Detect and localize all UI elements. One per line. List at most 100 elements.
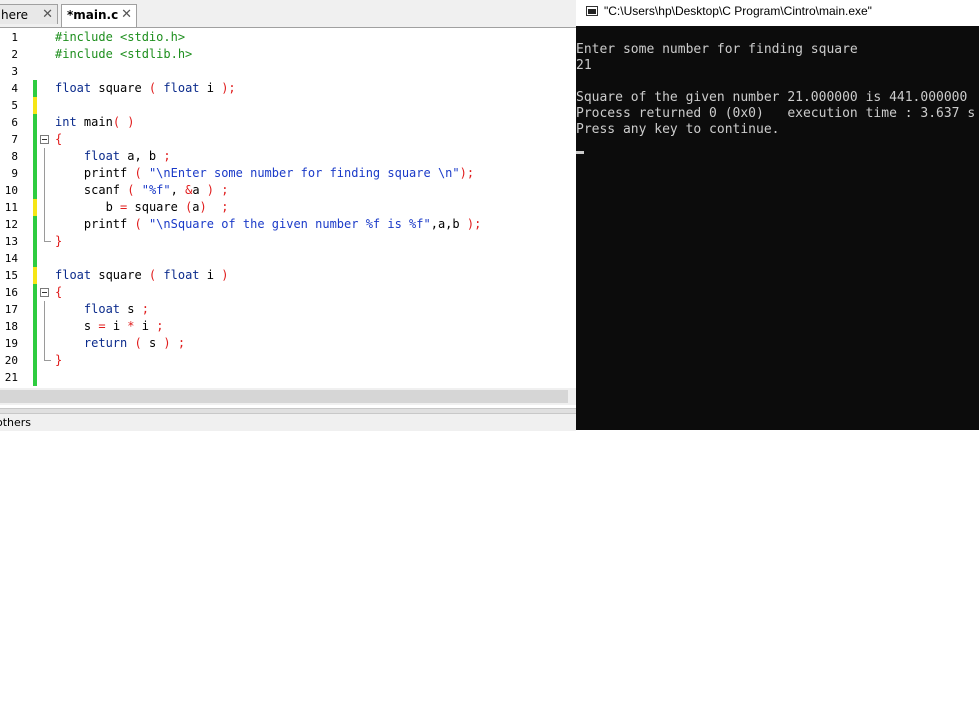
code-line[interactable]: 11 b = square (a) ; [0, 199, 570, 216]
code-text-area[interactable]: 1 #include <stdio.h> 2 #include <stdlib.h> 3… [0, 28, 570, 388]
code-line[interactable]: 19 return ( s ) ; [0, 335, 570, 352]
change-marker [33, 318, 37, 335]
close-icon[interactable]: ✕ [121, 5, 132, 25]
line-number[interactable]: 12 [0, 216, 18, 233]
line-number[interactable]: 16 [0, 284, 18, 301]
console-title-bar[interactable]: "C:\Users\hp\Desktop\C Program\Cintro\ma… [576, 0, 979, 26]
code-token: ); [221, 81, 236, 95]
line-number[interactable]: 5 [0, 97, 18, 114]
code-token: float [55, 81, 92, 95]
code-line[interactable]: 15 float square ( float i ) [0, 267, 570, 284]
code-text: #include <stdio.h> [55, 29, 185, 46]
code-line[interactable]: 13} [0, 233, 570, 250]
line-number[interactable]: 14 [0, 250, 18, 267]
code-token: a, b [120, 149, 164, 163]
code-text: int main( ) [55, 114, 135, 131]
line-number[interactable]: 11 [0, 199, 18, 216]
code-token: i [199, 268, 222, 282]
fold-guide-line [44, 165, 45, 182]
line-number[interactable]: 19 [0, 335, 18, 352]
editor-tab-bar: here ✕ *main.c ✕ [0, 0, 576, 28]
line-number[interactable]: 7 [0, 131, 18, 148]
line-number[interactable]: 20 [0, 352, 18, 369]
editor-tab-previous[interactable]: here ✕ [0, 4, 58, 24]
code-line[interactable]: 14 [0, 250, 570, 267]
line-number[interactable]: 10 [0, 182, 18, 199]
code-line[interactable]: 17 float s ; [0, 301, 570, 318]
tab-label: *main.c [67, 8, 119, 22]
code-token: a [192, 183, 207, 197]
line-number[interactable]: 17 [0, 301, 18, 318]
code-line[interactable]: 18 s = i * i ; [0, 318, 570, 335]
code-token: ) [163, 336, 171, 350]
console-line: Square of the given number 21.000000 is … [576, 90, 968, 105]
line-number[interactable]: 18 [0, 318, 18, 335]
code-line[interactable]: 3 [0, 63, 570, 80]
console-line: 21 [576, 58, 592, 73]
code-token: i [134, 319, 157, 333]
code-line[interactable]: 9 printf ( "\nEnter some number for find… [0, 165, 570, 182]
change-marker [33, 284, 37, 301]
code-token: ( [134, 166, 142, 180]
fold-collapse-icon[interactable] [40, 288, 49, 297]
code-token: s [141, 336, 164, 350]
fold-guide-line [44, 233, 45, 241]
code-token: ; [163, 149, 171, 163]
fold-guide-line [44, 199, 45, 216]
code-line[interactable]: 12 printf ( "\nSquare of the given numbe… [0, 216, 570, 233]
code-line[interactable]: 6 int main( ) [0, 114, 570, 131]
code-editor-pane[interactable]: here ✕ *main.c ✕ 1 #include <stdio.h> 2 #in… [0, 0, 576, 431]
fold-guide-line [44, 148, 45, 165]
code-token: float [55, 268, 92, 282]
change-marker [33, 267, 37, 284]
line-number[interactable]: 8 [0, 148, 18, 165]
code-token: s [120, 302, 142, 316]
code-line[interactable]: 7{ [0, 131, 570, 148]
code-token: i [105, 319, 128, 333]
code-text: return ( s ) ; [55, 335, 185, 352]
console-window[interactable]: "C:\Users\hp\Desktop\C Program\Cintro\ma… [576, 0, 979, 430]
line-number[interactable]: 4 [0, 80, 18, 97]
fold-collapse-icon[interactable] [40, 135, 49, 144]
code-line[interactable]: 1 #include <stdio.h> [0, 29, 570, 46]
line-number[interactable]: 2 [0, 46, 18, 63]
close-icon[interactable]: ✕ [42, 5, 53, 25]
logs-panel-tab[interactable]: others [0, 414, 576, 431]
code-token: #include <stdio.h> [55, 30, 186, 44]
code-token: ; [156, 319, 164, 333]
code-line[interactable]: 2 #include <stdlib.h> [0, 46, 570, 63]
code-text: float a, b ; [55, 148, 171, 165]
code-token: a [192, 200, 200, 214]
code-token: ( ) [112, 115, 135, 129]
code-line[interactable]: 21 [0, 369, 570, 386]
scrollbar-thumb[interactable] [0, 390, 568, 403]
line-number[interactable]: 13 [0, 233, 18, 250]
code-token: "\nEnter some number for finding square … [148, 166, 460, 180]
code-line[interactable]: 10 scanf ( "%f", &a ) ; [0, 182, 570, 199]
line-number[interactable]: 15 [0, 267, 18, 284]
code-line[interactable]: 4 float square ( float i ); [0, 80, 570, 97]
code-token: scanf [55, 183, 128, 197]
line-number[interactable]: 9 [0, 165, 18, 182]
editor-tab-main-c[interactable]: *main.c ✕ [61, 4, 137, 27]
line-number[interactable]: 1 [0, 29, 18, 46]
code-line[interactable]: 8 float a, b ; [0, 148, 570, 165]
code-text: float s ; [55, 301, 149, 318]
code-line[interactable]: 20} [0, 352, 570, 369]
line-number[interactable]: 3 [0, 63, 18, 80]
fold-end-marker [44, 241, 51, 242]
code-line[interactable]: 16 { [0, 284, 570, 301]
horizontal-scrollbar[interactable] [0, 388, 576, 405]
code-line[interactable]: 5 [0, 97, 570, 114]
code-text: { [55, 284, 62, 301]
code-text: printf ( "\nEnter some number for findin… [55, 165, 474, 182]
code-token: return [83, 336, 128, 350]
code-token: s [55, 319, 99, 333]
line-number[interactable]: 21 [0, 369, 18, 386]
code-token: float [163, 268, 200, 282]
line-number[interactable]: 6 [0, 114, 18, 131]
code-token: float [83, 302, 121, 316]
code-token: } [55, 353, 63, 367]
